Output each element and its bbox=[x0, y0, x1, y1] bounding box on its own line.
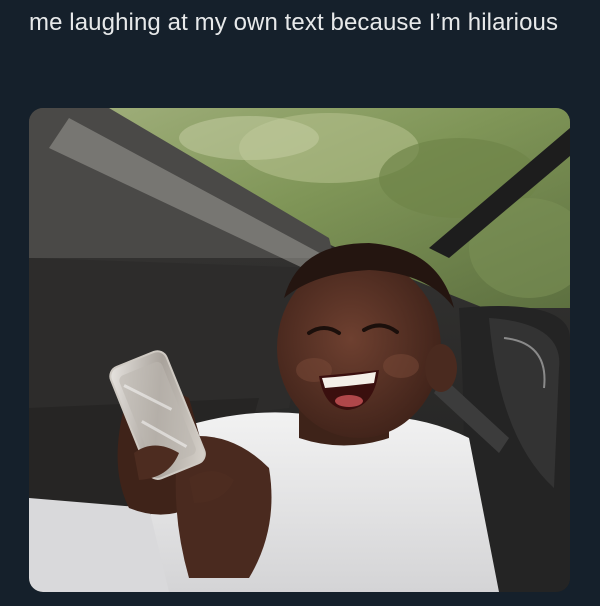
child-laughing-with-phone-photo bbox=[29, 108, 570, 592]
post-caption: me laughing at my own text because I’m h… bbox=[29, 9, 559, 36]
post-photo[interactable] bbox=[29, 108, 570, 592]
meme-post: me laughing at my own text because I’m h… bbox=[0, 0, 600, 606]
